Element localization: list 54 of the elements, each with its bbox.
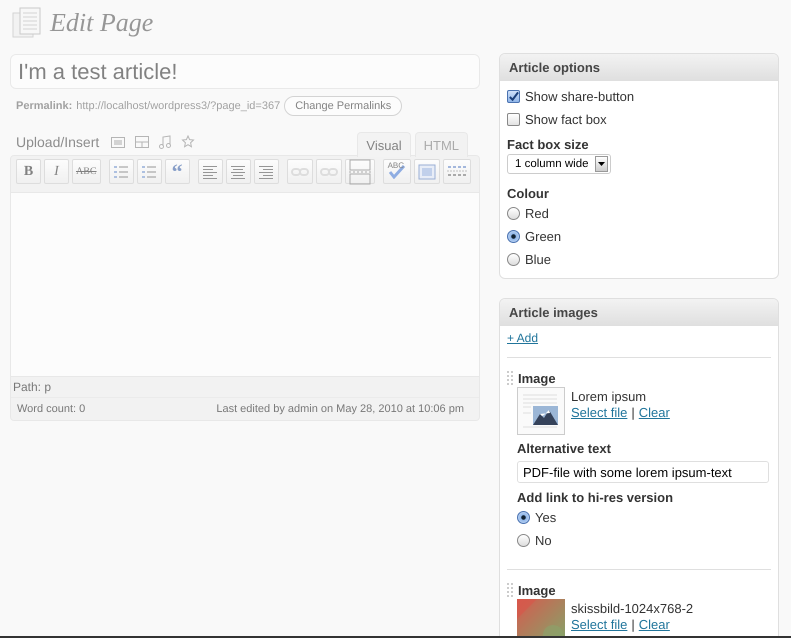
drag-handle-icon[interactable] — [507, 371, 513, 385]
radio-label: No — [535, 533, 552, 548]
radio-button[interactable] — [517, 511, 530, 524]
numbered-list-icon — [141, 164, 158, 178]
link-separator: | — [631, 617, 635, 632]
link-icon — [290, 166, 309, 178]
radio-button[interactable] — [507, 230, 520, 243]
document-thumbnail-drawing — [517, 387, 565, 435]
size-dropdown[interactable]: 1 column wide — [507, 154, 611, 174]
permalink-label: Permalink: — [16, 100, 72, 112]
caret-icon — [598, 162, 605, 166]
radio-label: Yes — [535, 510, 556, 525]
radio-button[interactable] — [507, 207, 520, 220]
checkbox-label: Show fact box — [525, 112, 607, 127]
clear-link[interactable]: Clear — [638, 617, 670, 632]
unlink-icon — [320, 166, 338, 178]
panel-title: Article options — [500, 54, 778, 81]
radio-label: Green — [525, 229, 562, 244]
checkbox-label: Show share-button — [525, 89, 634, 104]
file-name: Lorem ipsum — [571, 389, 648, 404]
select-file-link[interactable]: Select file — [571, 405, 628, 420]
radio-label: Red — [525, 206, 549, 221]
bullet-list-icon — [113, 164, 130, 178]
field-label: Colour — [507, 185, 550, 202]
drag-handle-icon[interactable] — [507, 583, 513, 597]
select-file-link[interactable]: Select file — [571, 617, 628, 632]
image-heading: Image — [518, 370, 556, 386]
word-count: Word count: 0 — [17, 402, 86, 417]
clear-link[interactable]: Clear — [638, 405, 670, 420]
link-separator: | — [631, 405, 635, 420]
add-link[interactable]: + Add — [507, 331, 538, 354]
radio-label: Blue — [525, 252, 552, 267]
alt-text-field[interactable]: PDF-file with some lorem ipsum-text — [517, 461, 769, 483]
field-label: Alternative text — [517, 440, 612, 457]
pages-icon — [12, 7, 42, 39]
panel-title: Article images — [500, 299, 778, 326]
align-center-icon — [230, 164, 246, 178]
fullscreen-icon — [418, 164, 436, 180]
page-title: Edit Page — [50, 8, 154, 38]
checkbox[interactable] — [507, 113, 520, 126]
radio-button[interactable] — [517, 534, 530, 547]
align-left-icon — [202, 164, 218, 178]
toolbar-toggle-icon — [446, 164, 467, 178]
align-right-icon — [258, 164, 274, 178]
checkbox[interactable] — [507, 90, 520, 103]
image-heading: Image — [518, 582, 556, 598]
file-name: skissbild-1024x768-2 — [571, 601, 694, 616]
element-path: Path: p — [13, 380, 52, 394]
last-edited-text: Last edited by admin on May 28, 2010 at 10:06 pm — [216, 402, 464, 417]
radio-button[interactable] — [507, 253, 520, 266]
upload-insert-label: Upload/Insert — [16, 134, 100, 150]
field-label: Add link to hi-res version — [517, 489, 674, 506]
field-label: Fact box size — [507, 136, 590, 153]
page-break-icon — [348, 158, 371, 184]
